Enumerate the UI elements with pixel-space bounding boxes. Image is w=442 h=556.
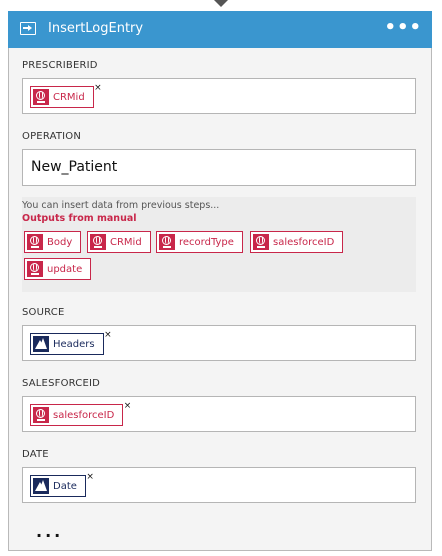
date-label: DATE	[22, 449, 49, 460]
dynamic-token-salesforceid[interactable]: salesforceID	[250, 231, 344, 253]
salesforce-globe-icon	[33, 89, 49, 105]
source-field[interactable]: Headers ×	[22, 325, 416, 361]
remove-token-icon[interactable]: ×	[86, 472, 94, 482]
token-label: recordType	[179, 236, 234, 248]
dynamic-token-body[interactable]: Body	[24, 231, 82, 253]
prescriberid-label: PRESCRIBERID	[22, 60, 98, 71]
dynamic-token-update[interactable]: update	[24, 258, 92, 280]
action-header[interactable]: InsertLogEntry •••	[8, 11, 432, 48]
salesforce-globe-icon	[90, 234, 106, 250]
trigger-icon	[33, 478, 49, 494]
token-salesforceid[interactable]: salesforceID ×	[30, 401, 131, 426]
date-field[interactable]: Date ×	[22, 467, 416, 503]
connector-arrow-icon	[214, 0, 228, 7]
remove-token-icon[interactable]: ×	[104, 330, 112, 340]
operation-label: OPERATION	[22, 131, 82, 142]
token-label: update	[47, 263, 83, 275]
dynamic-content-heading: Outputs from manual	[22, 213, 137, 224]
token-label: Body	[47, 236, 73, 248]
dynamic-token-crmid[interactable]: CRMid	[87, 231, 151, 253]
dynamic-token-recordtype[interactable]: recordType	[156, 231, 243, 253]
trigger-icon	[33, 336, 49, 352]
salesforce-globe-icon	[159, 234, 175, 250]
salesforce-globe-icon	[253, 234, 269, 250]
more-options-button[interactable]: •••	[384, 17, 422, 38]
source-label: SOURCE	[22, 307, 65, 318]
dynamic-content-hint: You can insert data from previous steps.…	[22, 200, 220, 211]
token-label: Date	[53, 480, 77, 492]
remove-token-icon[interactable]: ×	[94, 83, 102, 93]
token-date[interactable]: Date ×	[30, 472, 94, 497]
token-label: Headers	[53, 338, 95, 350]
token-headers[interactable]: Headers ×	[30, 330, 112, 355]
salesforce-globe-icon	[27, 234, 43, 250]
remove-token-icon[interactable]: ×	[124, 401, 132, 411]
token-label: CRMid	[110, 236, 142, 248]
token-label: salesforceID	[273, 236, 335, 248]
token-label: CRMid	[53, 91, 85, 103]
show-advanced-options-button[interactable]: ...	[36, 522, 63, 541]
action-title: InsertLogEntry	[48, 21, 144, 36]
salesforceid-label: SALESFORCEID	[22, 378, 101, 389]
action-icon	[20, 22, 36, 35]
salesforce-globe-icon	[27, 261, 43, 277]
operation-value: New_Patient	[31, 159, 118, 175]
salesforce-globe-icon	[33, 407, 49, 423]
prescriberid-field[interactable]: CRMid ×	[22, 78, 416, 114]
token-crmid[interactable]: CRMid ×	[30, 83, 102, 108]
salesforceid-field[interactable]: salesforceID ×	[22, 396, 416, 432]
dynamic-content-panel: You can insert data from previous steps.…	[22, 197, 416, 292]
token-label: salesforceID	[53, 409, 115, 421]
operation-field[interactable]: New_Patient	[22, 149, 416, 186]
